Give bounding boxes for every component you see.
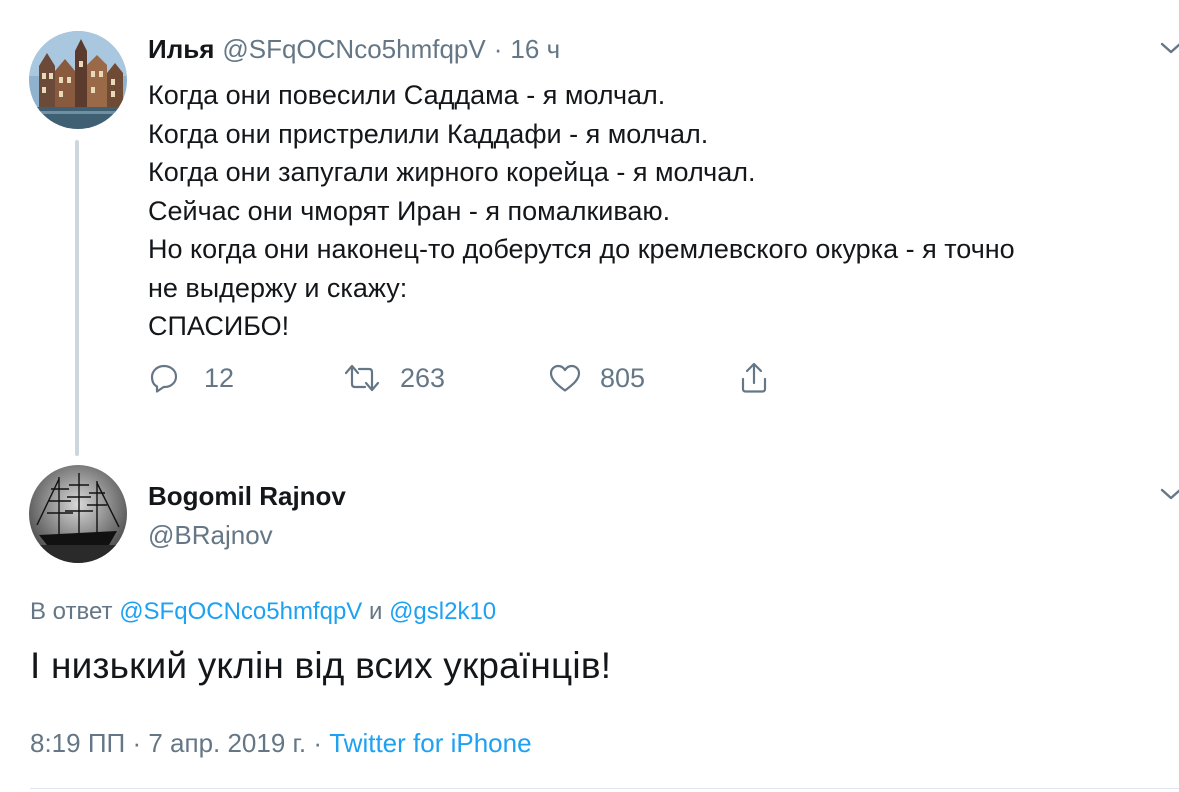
tweet1-line: Когда они пристрелили Каддафи - я молчал…	[148, 118, 709, 149]
reply-icon	[150, 364, 178, 393]
meta-separator: ·	[132, 728, 142, 758]
avatar-bogomil[interactable]	[29, 465, 127, 563]
retweet-button[interactable]: 263	[344, 358, 445, 398]
meta-separator: ·	[313, 728, 322, 758]
thread-connector-line	[75, 140, 79, 456]
tweet1-text: Когда они повесили Саддама - я молчал. К…	[148, 76, 1168, 346]
tweet1-line: не выдержу и скажу:	[148, 272, 408, 303]
tweet1-action-bar: 12 263 805	[148, 358, 848, 398]
divider	[30, 788, 1179, 789]
avatar-ilya[interactable]	[29, 31, 127, 129]
heart-icon	[549, 364, 581, 392]
reply-prefix: В ответ	[30, 598, 113, 625]
reply-count: 12	[204, 362, 235, 393]
reply-context: В ответ @SFqOCNco5hmfqpV и @gsl2k10	[30, 598, 496, 626]
retweet-icon	[344, 364, 380, 392]
tweet1-line: СПАСИБО!	[148, 311, 290, 341]
chevron-down-icon[interactable]	[1159, 40, 1179, 56]
like-button[interactable]: 805	[548, 358, 645, 398]
tweet1-timestamp[interactable]: 16 ч	[510, 34, 560, 64]
tweet2-author-name[interactable]: Bogomil Rajnov	[148, 481, 346, 512]
reply-mention-1[interactable]: @SFqOCNco5hmfqpV	[119, 598, 362, 625]
tweet2-date[interactable]: 7 апр. 2019 г.	[148, 728, 306, 758]
tweet2-author-handle[interactable]: @BRajnov	[148, 520, 273, 551]
tweet1-header: Илья @SFqOCNco5hmfqpV · 16 ч	[148, 34, 560, 65]
tweet1-separator: ·	[493, 34, 503, 64]
tweet1-line: Сейчас они чморят Иран - я помалкиваю.	[148, 195, 671, 226]
share-icon	[741, 362, 767, 393]
tweet2-meta: 8:19 ПП · 7 апр. 2019 г. · Twitter for i…	[30, 728, 532, 759]
tweet2-text: І низький уклін від всих українців!	[30, 645, 612, 686]
tweet1-line: Когда они повесили Саддама - я молчал.	[148, 80, 666, 110]
retweet-count: 263	[400, 362, 446, 393]
tweet1-author-name[interactable]: Илья	[148, 34, 214, 64]
tweet2-time[interactable]: 8:19 ПП	[30, 728, 125, 758]
reply-and: и	[368, 598, 383, 625]
like-count: 805	[600, 362, 646, 393]
tweet1-line: Но когда они наконец-то доберутся до кре…	[148, 234, 1015, 264]
tweet1-line: Когда они запугали жирного корейца - я м…	[148, 157, 756, 187]
chevron-down-icon[interactable]	[1159, 486, 1179, 502]
reply-button[interactable]: 12	[148, 358, 234, 398]
reply-mention-2[interactable]: @gsl2k10	[389, 598, 496, 625]
share-button[interactable]	[738, 358, 770, 398]
tweet1-author-handle[interactable]: @SFqOCNco5hmfqpV	[222, 34, 485, 64]
tweet2-source[interactable]: Twitter for iPhone	[329, 728, 531, 758]
